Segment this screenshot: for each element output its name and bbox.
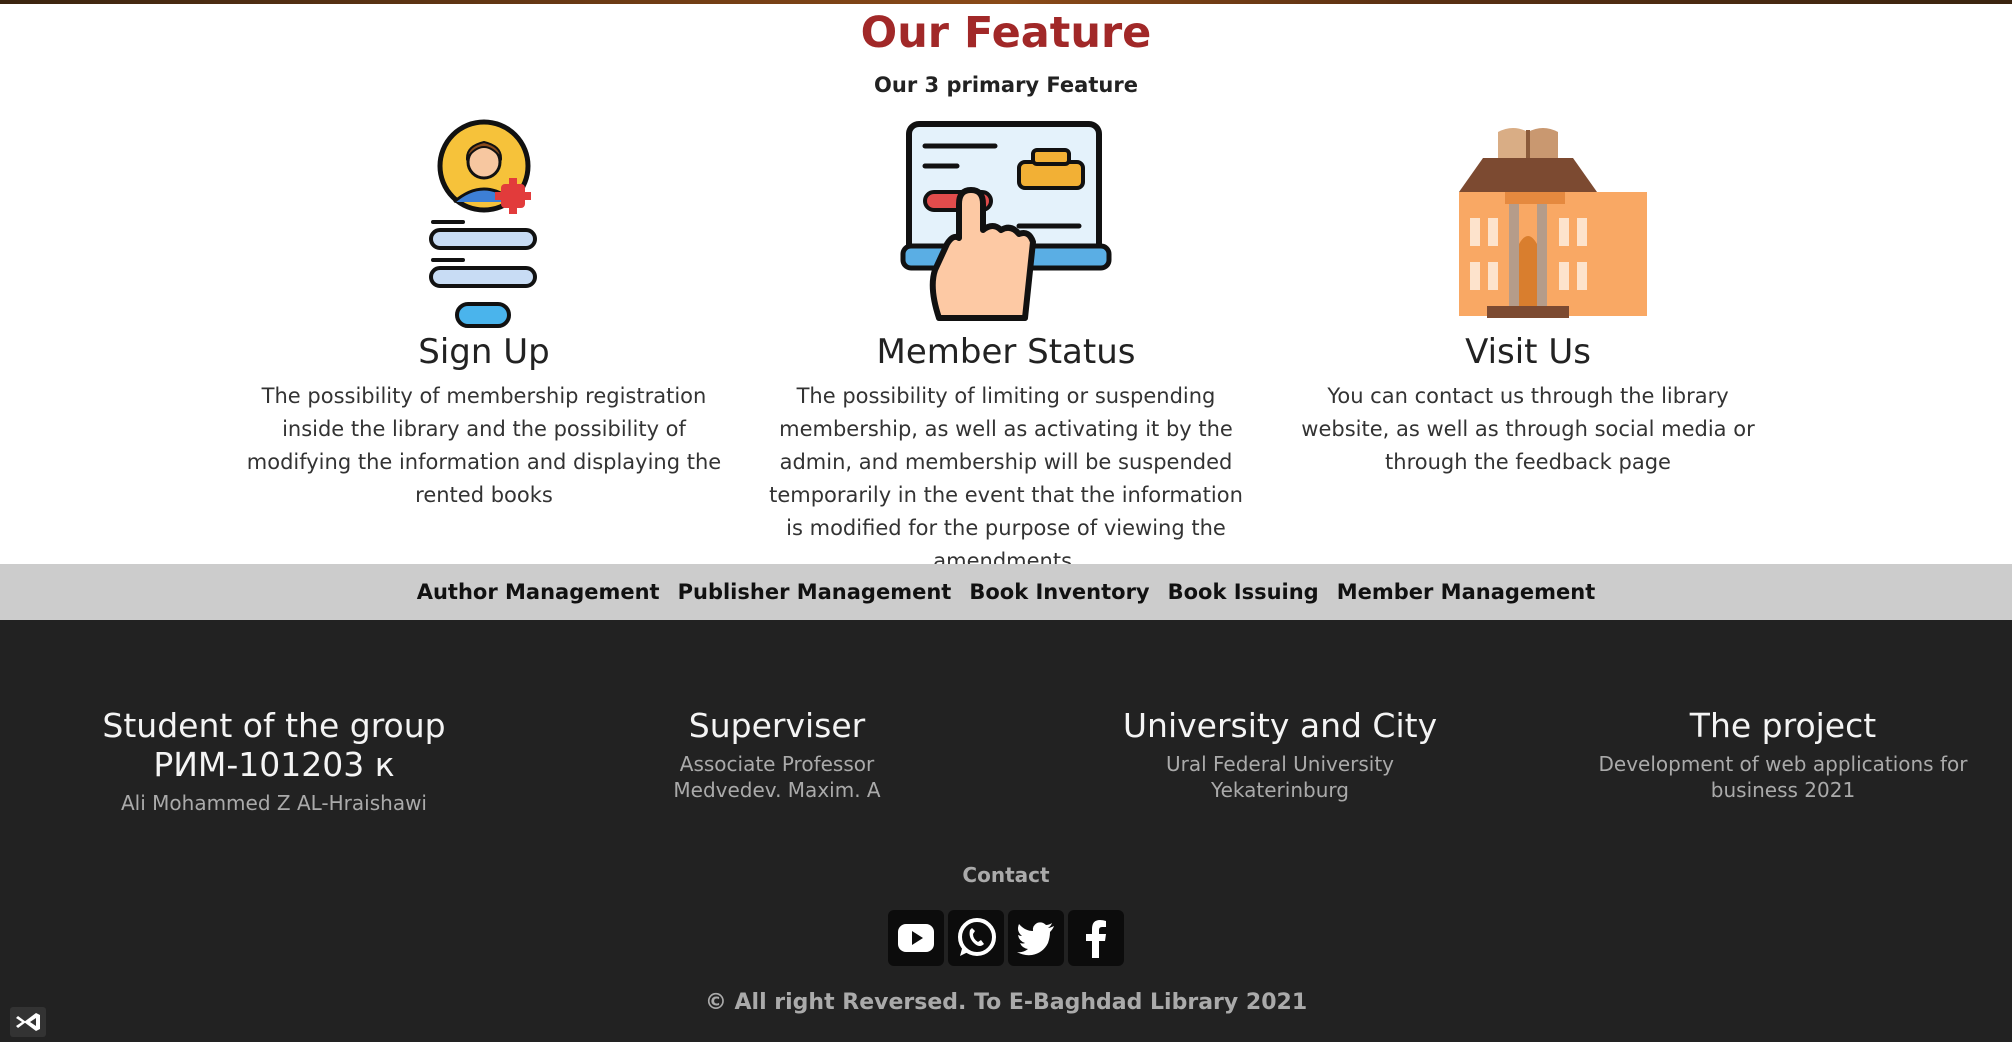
feature-card-signup: Sign Up The possibility of membership re… [239,118,729,512]
feature-title: Visit Us [1465,332,1591,372]
footer-column-heading: Student of the group РИМ-101203 к [102,706,446,784]
feature-description: The possibility of limiting or suspendin… [769,384,1243,573]
management-nav: Author Management Publisher Management B… [0,564,2012,620]
visual-studio-icon[interactable] [10,1007,46,1037]
whatsapp-icon[interactable] [948,910,1004,966]
laptop-touch-icon [761,118,1251,330]
feature-description: You can contact us through the library w… [1301,384,1755,474]
feature-title: Sign Up [418,332,550,372]
social-links [0,910,2012,966]
nav-book-issuing[interactable]: Book Issuing [1168,574,1319,610]
twitter-icon[interactable] [1008,910,1064,966]
user-signup-icon [239,118,729,330]
feature-description: The possibility of membership registrati… [246,384,722,507]
footer-column-supervisor: Superviser Associate Professor Medvedev.… [547,706,1007,803]
section-subtitle: Our 3 primary Feature [874,73,1138,97]
footer-column-heading: University and City [1122,706,1438,745]
nav-book-inventory[interactable]: Book Inventory [969,574,1149,610]
footer-column-text: Ural Federal University Yekaterinburg [1165,752,1395,802]
footer-column-university: University and City Ural Federal Univers… [1050,706,1510,803]
footer-column-text: Associate Professor Medvedev. Maxim. A [673,752,881,802]
youtube-icon[interactable] [888,910,944,966]
feature-title: Member Status [876,332,1136,372]
footer: Student of the group РИМ-101203 к Ali Mo… [0,620,2012,1042]
copyright-text: © All right Reversed. To E-Baghdad Libra… [704,990,1308,1015]
feature-card-visit-us: Visit Us You can contact us through the … [1283,118,1773,479]
footer-column-project: The project Development of web applicati… [1553,706,2012,803]
facebook-icon[interactable] [1068,910,1124,966]
feature-card-member-status: Member Status The possibility of limitin… [761,118,1251,578]
nav-member-management[interactable]: Member Management [1337,574,1596,610]
nav-publisher-management[interactable]: Publisher Management [678,574,952,610]
section-title: Our Feature [860,8,1152,58]
footer-column-student: Student of the group РИМ-101203 к Ali Mo… [44,706,504,816]
footer-column-text: Ali Mohammed Z AL-Hraishawi [121,791,427,815]
contact-label: Contact [962,863,1050,887]
footer-column-heading: The project [1689,706,1877,745]
footer-column-text: Development of web applications for busi… [1598,752,1968,802]
nav-author-management[interactable]: Author Management [417,574,660,610]
library-building-icon [1283,118,1773,330]
footer-column-heading: Superviser [688,706,866,745]
